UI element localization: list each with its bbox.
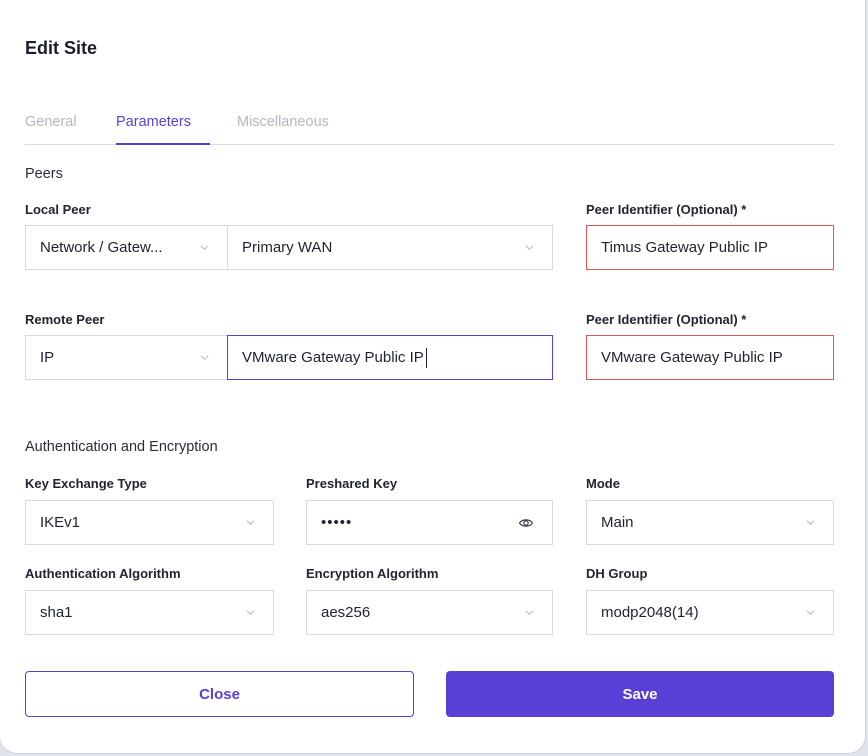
local-peer-identifier-input[interactable]: Timus Gateway Public IP	[586, 225, 834, 270]
mode-label: Mode	[586, 476, 620, 491]
remote-peer-address-input[interactable]: VMware Gateway Public IP	[227, 335, 553, 380]
local-peer-identifier-label: Peer Identifier (Optional) *	[586, 202, 747, 217]
enc-algorithm-value: aes256	[321, 604, 371, 621]
tab-parameters[interactable]: Parameters	[116, 114, 191, 130]
local-peer-type-select[interactable]: Network / Gatew...	[25, 225, 228, 270]
chevron-down-icon	[525, 608, 534, 617]
remote-peer-identifier-label: Peer Identifier (Optional) *	[586, 312, 747, 327]
remote-peer-type-select[interactable]: IP	[25, 335, 228, 380]
chevron-down-icon	[246, 518, 255, 527]
auth-algorithm-select[interactable]: sha1	[25, 590, 274, 635]
chevron-down-icon	[806, 518, 815, 527]
chevron-down-icon	[525, 243, 534, 252]
edit-site-dialog: Edit Site General Parameters Miscellaneo…	[0, 0, 866, 754]
remote-peer-address-value: VMware Gateway Public IP	[242, 349, 424, 366]
local-peer-label: Local Peer	[25, 202, 91, 217]
auth-algorithm-label: Authentication Algorithm	[25, 566, 181, 581]
auth-section-title: Authentication and Encryption	[25, 439, 218, 455]
remote-peer-identifier-input[interactable]: VMware Gateway Public IP	[586, 335, 834, 380]
dh-group-value: modp2048(14)	[601, 604, 699, 621]
dialog-title: Edit Site	[25, 38, 98, 58]
dh-group-label: DH Group	[586, 566, 648, 581]
tab-miscellaneous[interactable]: Miscellaneous	[237, 114, 329, 130]
local-peer-identifier-value: Timus Gateway Public IP	[601, 239, 768, 256]
local-peer-type-value: Network / Gatew...	[40, 239, 163, 256]
mode-select[interactable]: Main	[586, 500, 834, 545]
key-exchange-value: IKEv1	[40, 514, 81, 531]
active-tab-indicator	[116, 143, 210, 145]
enc-algorithm-label: Encryption Algorithm	[306, 566, 439, 581]
chevron-down-icon	[806, 608, 815, 617]
local-peer-interface-select[interactable]: Primary WAN	[227, 225, 553, 270]
dh-group-select[interactable]: modp2048(14)	[586, 590, 834, 635]
chevron-down-icon	[246, 608, 255, 617]
preshared-key-value: •••••	[321, 514, 353, 531]
chevron-down-icon	[200, 353, 209, 362]
remote-peer-type-value: IP	[40, 349, 55, 366]
local-peer-interface-value: Primary WAN	[242, 239, 333, 256]
mode-value: Main	[601, 514, 634, 531]
key-exchange-label: Key Exchange Type	[25, 476, 147, 491]
eye-icon[interactable]	[518, 515, 534, 531]
text-caret	[425, 347, 427, 368]
tab-general[interactable]: General	[25, 114, 77, 130]
key-exchange-select[interactable]: IKEv1	[25, 500, 274, 545]
remote-peer-identifier-value: VMware Gateway Public IP	[601, 349, 783, 366]
remote-peer-label: Remote Peer	[25, 312, 105, 327]
auth-algorithm-value: sha1	[40, 604, 73, 621]
preshared-key-input[interactable]: •••••	[306, 500, 553, 545]
close-button[interactable]: Close	[25, 671, 414, 717]
preshared-key-label: Preshared Key	[306, 476, 398, 491]
peers-section-title: Peers	[25, 166, 63, 182]
enc-algorithm-select[interactable]: aes256	[306, 590, 553, 635]
chevron-down-icon	[200, 243, 209, 252]
save-button[interactable]: Save	[446, 671, 834, 717]
